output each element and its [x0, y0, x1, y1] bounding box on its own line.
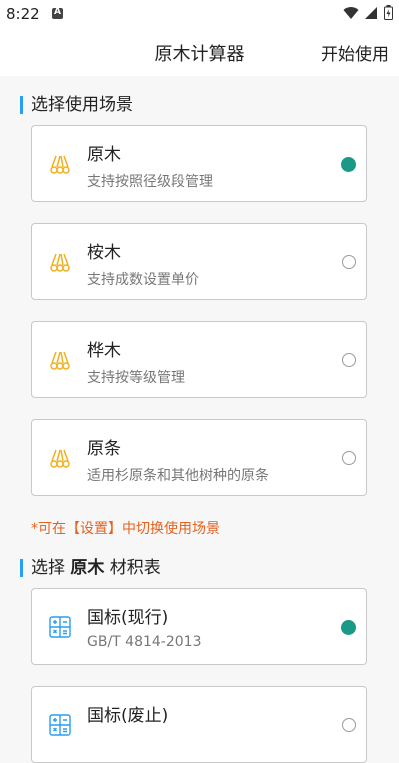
table-name: 国标(废止): [87, 706, 169, 726]
table-radio-selected[interactable]: [341, 620, 356, 635]
scene-section-title: 选择使用场景: [20, 96, 133, 114]
scene-desc: 支持按等级管理: [87, 370, 185, 386]
scene-radio[interactable]: [342, 255, 356, 269]
notification-icon: [52, 7, 63, 19]
calculator-icon: [49, 616, 71, 638]
wifi-icon: [343, 6, 359, 19]
scene-card-huamu[interactable]: 桦木 支持按等级管理: [31, 321, 367, 398]
scene-desc: 支持成数设置单价: [87, 272, 199, 288]
table-section-title: 选择 原木 材积表: [20, 559, 161, 577]
calculator-icon: [49, 714, 71, 736]
battery-icon: [384, 5, 393, 20]
status-time: 8:22: [6, 5, 40, 23]
scene-hint: *可在【设置】中切换使用场景: [31, 521, 220, 537]
table-card-deprecated[interactable]: 国标(废止): [31, 686, 367, 763]
scene-card-anmu[interactable]: 桉木 支持成数设置单价: [31, 223, 367, 300]
scene-name: 桦木: [87, 341, 121, 361]
scene-name: 桉木: [87, 243, 121, 263]
status-bar: 8:22: [0, 0, 399, 28]
log-pile-icon: [50, 449, 70, 468]
scene-card-yuanmu[interactable]: 原木 支持按照径级段管理: [31, 125, 367, 202]
start-button[interactable]: 开始使用: [321, 40, 389, 65]
table-section-suffix: 材积表: [104, 558, 161, 578]
table-section-bold: 原木: [70, 558, 105, 578]
signal-icon: [365, 6, 377, 19]
table-card-current[interactable]: 国标(现行) GB/T 4814-2013: [31, 588, 367, 665]
scene-name: 原条: [87, 439, 121, 459]
log-pile-icon: [50, 155, 70, 174]
app-bar: 原木计算器 开始使用: [0, 28, 399, 76]
status-icons: [343, 5, 393, 20]
scene-desc: 适用杉原条和其他树种的原条: [87, 468, 269, 484]
table-section-prefix: 选择: [31, 558, 71, 578]
scene-radio-selected[interactable]: [341, 157, 356, 172]
log-pile-icon: [50, 253, 70, 272]
table-desc: GB/T 4814-2013: [87, 634, 202, 650]
table-name: 国标(现行): [87, 608, 169, 628]
scene-name: 原木: [87, 145, 121, 165]
table-radio[interactable]: [342, 718, 356, 732]
scene-desc: 支持按照径级段管理: [87, 174, 213, 190]
log-pile-icon: [50, 351, 70, 370]
scene-radio[interactable]: [342, 353, 356, 367]
scene-card-yuantiao[interactable]: 原条 适用杉原条和其他树种的原条: [31, 419, 367, 496]
scene-radio[interactable]: [342, 451, 356, 465]
